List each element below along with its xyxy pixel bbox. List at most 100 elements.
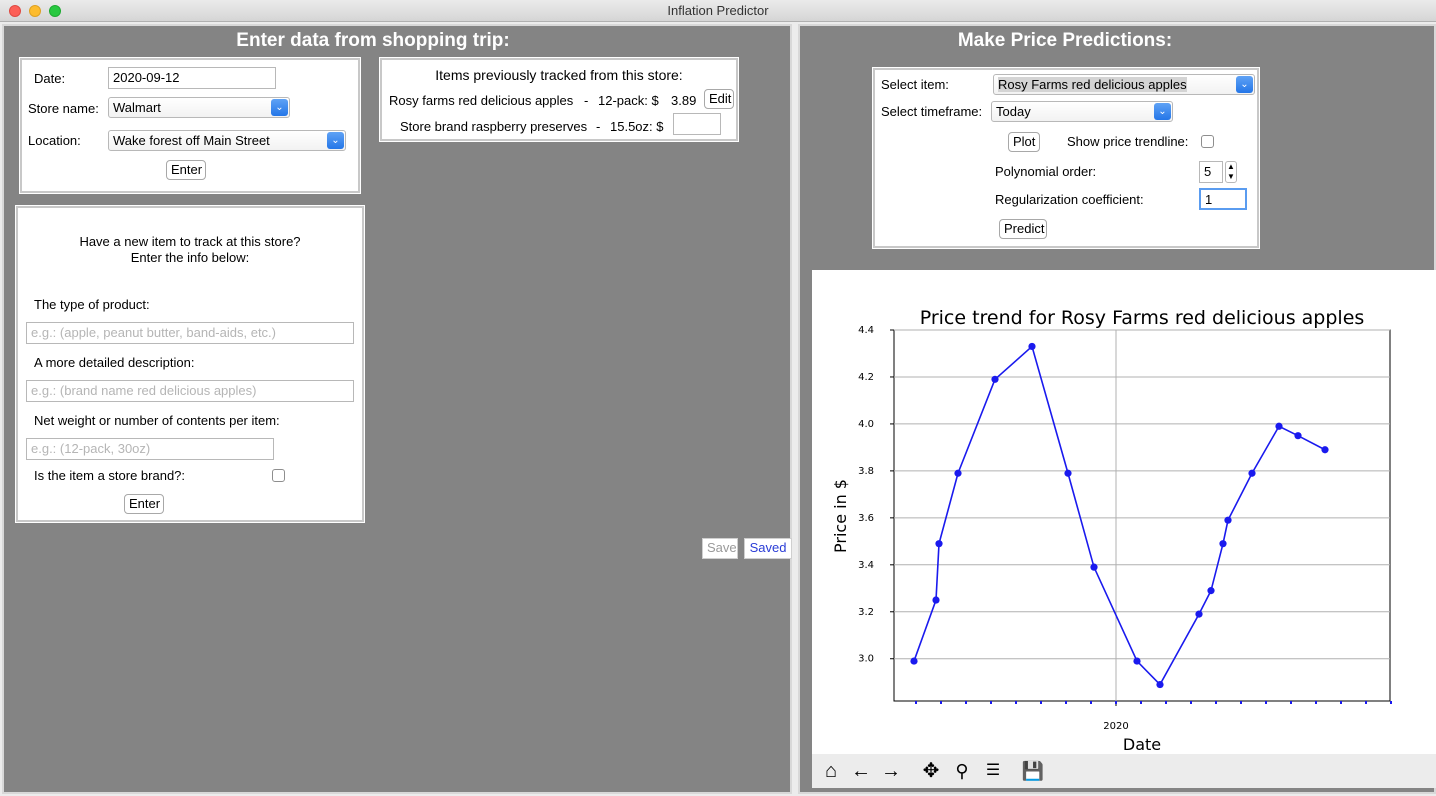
minimize-window-button[interactable]: [29, 5, 41, 17]
trip-enter-button[interactable]: Enter: [166, 160, 206, 180]
save-button[interactable]: Save: [702, 538, 738, 559]
date-input[interactable]: 2020-09-12: [108, 67, 276, 89]
y-tick-label: 3.0: [858, 654, 874, 665]
y-tick-label: 3.4: [858, 560, 874, 571]
tracked-item-size: 12-pack: $: [598, 93, 659, 108]
new-item-box: Have a new item to track at this store? …: [15, 205, 365, 523]
tracked-item-price: 3.89: [671, 93, 697, 108]
date-label: Date:: [34, 71, 66, 86]
new-item-intro-line2: Enter the info below:: [130, 250, 250, 265]
y-tick-label: 3.6: [858, 513, 874, 524]
back-arrow-icon[interactable]: ←: [848, 758, 874, 784]
chevron-down-icon: ⌄: [327, 132, 344, 149]
y-tick-label: 4.2: [858, 372, 874, 383]
price-point: [1248, 469, 1256, 477]
net-weight-label: Net weight or number of contents per ite…: [34, 413, 280, 428]
select-item-dropdown[interactable]: Rosy Farms red delicious apples ⌄: [993, 74, 1255, 95]
price-point: [932, 596, 940, 604]
trip-info-box: Date: 2020-09-12 Store name: Walmart ⌄ L…: [19, 57, 361, 194]
pan-icon[interactable]: ✥: [918, 758, 944, 784]
predict-button[interactable]: Predict: [999, 219, 1047, 239]
tracked-item-separator: -: [584, 93, 589, 108]
new-item-enter-button[interactable]: Enter: [124, 494, 164, 514]
description-label: A more detailed description:: [34, 355, 195, 370]
prediction-controls-box: Select item: Rosy Farms red delicious ap…: [872, 67, 1260, 249]
zoom-icon[interactable]: ⚲: [949, 758, 975, 784]
plot-area: 3.0 3.2 3.4 3.6 3.8 4.0 4.2 4.4 2020 Price trend …: [812, 270, 1436, 788]
y-axis-label: Price in $: [831, 479, 850, 553]
select-item-label: Select item:: [881, 77, 949, 92]
tracked-item-separator: -: [596, 119, 601, 134]
chevron-down-icon: ⌄: [1236, 76, 1253, 93]
tracked-item-name: Store brand raspberry preserves: [400, 119, 588, 134]
store-brand-checkbox[interactable]: [272, 469, 285, 482]
price-point: [1028, 342, 1036, 351]
predictions-heading: Make Price Predictions:: [957, 30, 1173, 51]
chevron-down-icon: ⌄: [271, 99, 288, 116]
store-name-value: Walmart: [113, 100, 161, 115]
store-brand-label: Is the item a store brand?:: [34, 468, 186, 483]
y-tick-label: 4.4: [858, 325, 874, 336]
price-point: [1064, 469, 1072, 477]
price-point: [954, 469, 962, 477]
tracked-item-size: 15.5oz: $: [610, 119, 664, 134]
configure-icon[interactable]: ☰: [980, 758, 1006, 784]
net-weight-input[interactable]: e.g.: (12-pack, 30oz): [26, 438, 274, 460]
price-point: [1294, 432, 1302, 440]
saved-button[interactable]: Saved: [744, 538, 792, 559]
shopping-trip-heading: Enter data from shopping trip:: [236, 30, 510, 51]
price-point: [1207, 587, 1215, 595]
x-axis-label: Date: [1123, 735, 1161, 754]
price-point: [1219, 540, 1227, 548]
plot-toolbar: [812, 754, 1436, 788]
zoom-window-button[interactable]: [49, 5, 61, 17]
price-point: [1133, 657, 1141, 665]
window-title: Inflation Predictor: [667, 3, 769, 18]
price-point: [910, 657, 918, 665]
edit-price-button[interactable]: Edit: [704, 89, 734, 109]
regularization-input[interactable]: 1: [1199, 188, 1247, 210]
home-icon[interactable]: ⌂: [818, 758, 844, 784]
tracked-item-name: Rosy farms red delicious apples: [389, 93, 574, 108]
price-point: [1156, 680, 1164, 689]
plot-button[interactable]: Plot: [1008, 132, 1040, 152]
price-point: [1195, 610, 1203, 618]
chart-title: Price trend for Rosy Farms red delicious…: [920, 307, 1365, 329]
select-timeframe-label: Select timeframe:: [881, 104, 983, 119]
description-input[interactable]: e.g.: (brand name red delicious apples): [26, 380, 354, 402]
price-input[interactable]: [673, 113, 721, 135]
x-tick-label: 2020: [1103, 721, 1128, 732]
y-tick-label: 3.2: [858, 607, 874, 618]
regularization-label: Regularization coefficient:: [995, 192, 1144, 207]
product-type-input[interactable]: e.g.: (apple, peanut butter, band-aids, …: [26, 322, 354, 344]
trendline-label: Show price trendline:: [1067, 134, 1189, 149]
location-label: Location:: [28, 133, 81, 148]
price-point: [1321, 446, 1329, 454]
price-point: [1275, 422, 1283, 430]
price-point: [1090, 563, 1098, 571]
y-tick-label: 3.8: [858, 466, 874, 477]
tracked-items-title: Items previously tracked from this store…: [435, 67, 683, 83]
store-name-select[interactable]: Walmart ⌄: [108, 97, 290, 118]
forward-arrow-icon[interactable]: →: [878, 758, 904, 784]
location-value: Wake forest off Main Street: [113, 133, 270, 148]
price-point: [935, 540, 943, 548]
price-point: [991, 375, 999, 383]
close-window-button[interactable]: [9, 5, 21, 17]
price-point: [1224, 516, 1232, 524]
trendline-checkbox[interactable]: [1201, 135, 1214, 148]
window-titlebar: Inflation Predictor: [0, 0, 1436, 22]
location-select[interactable]: Wake forest off Main Street ⌄: [108, 130, 346, 151]
plot-frame: [893, 329, 1391, 702]
new-item-intro-line1: Have a new item to track at this store?: [79, 234, 301, 249]
polynomial-order-stepper[interactable]: ▲ ▼: [1225, 161, 1237, 183]
select-item-value: Rosy Farms red delicious apples: [998, 77, 1187, 92]
chevron-down-icon: ⌄: [1154, 103, 1171, 120]
store-name-label: Store name:: [28, 101, 99, 116]
select-timeframe-dropdown[interactable]: Today ⌄: [991, 101, 1173, 122]
polynomial-order-input[interactable]: 5: [1199, 161, 1223, 183]
tracked-items-box: Items previously tracked from this store…: [379, 57, 739, 142]
save-icon[interactable]: 💾: [1020, 758, 1046, 784]
select-timeframe-value: Today: [996, 104, 1031, 119]
polynomial-order-label: Polynomial order:: [995, 164, 1097, 179]
